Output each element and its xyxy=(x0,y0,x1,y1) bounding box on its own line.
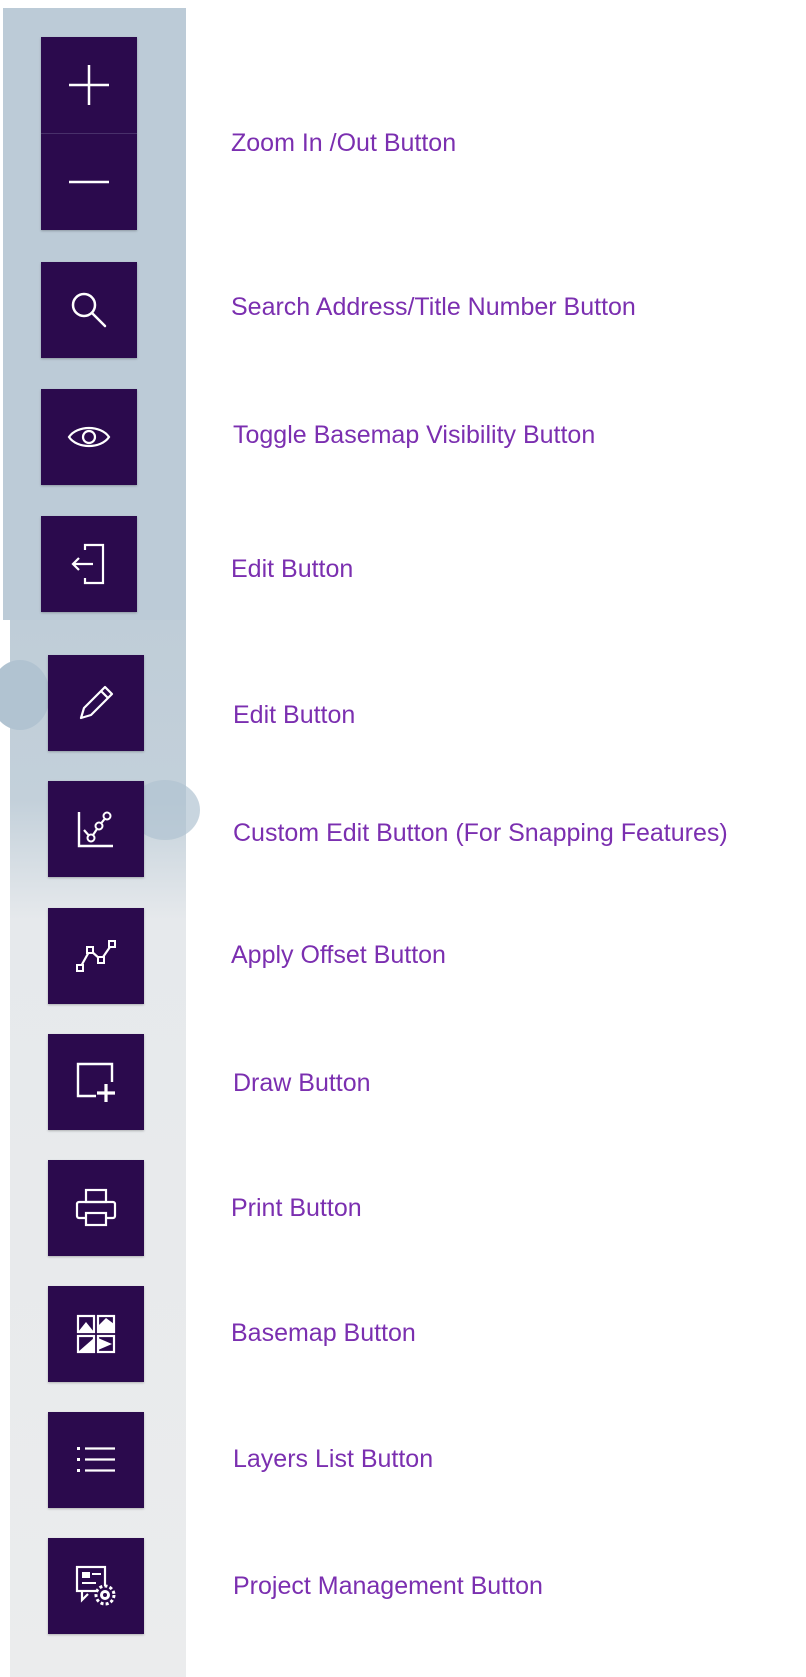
apply-offset-button[interactable] xyxy=(48,908,144,1004)
snapping-chart-icon xyxy=(77,811,113,848)
polyline-icon xyxy=(76,940,116,972)
edit-button[interactable] xyxy=(48,655,144,751)
custom-edit-button[interactable] xyxy=(48,781,144,877)
layers-list-button[interactable] xyxy=(48,1412,144,1508)
search-button[interactable] xyxy=(41,262,137,358)
zoom-button-label: Zoom In /Out Button xyxy=(231,129,457,157)
draw-button-label: Draw Button xyxy=(233,1069,371,1097)
search-icon xyxy=(71,292,107,328)
project-management-button[interactable] xyxy=(48,1538,144,1634)
map-background-land xyxy=(0,620,200,1677)
edit-entry-button[interactable] xyxy=(41,516,137,612)
printer-icon xyxy=(75,1188,117,1227)
toggle-basemap-button[interactable] xyxy=(41,389,137,485)
zoom-control xyxy=(41,37,137,230)
custom-edit-button-label: Custom Edit Button (For Snapping Feature… xyxy=(233,819,728,847)
edit-entry-button-label: Edit Button xyxy=(231,555,354,583)
project-gear-icon xyxy=(75,1565,116,1606)
draw-button[interactable] xyxy=(48,1034,144,1130)
layers-list-button-label: Layers List Button xyxy=(233,1445,434,1473)
enter-icon xyxy=(71,543,105,585)
zoom-in-button[interactable] xyxy=(41,37,137,133)
edit-button-label: Edit Button xyxy=(233,701,356,729)
project-management-button-label: Project Management Button xyxy=(233,1572,543,1600)
print-button[interactable] xyxy=(48,1160,144,1256)
plus-icon xyxy=(69,65,109,105)
list-icon xyxy=(77,1447,115,1472)
add-shape-icon xyxy=(76,1062,115,1102)
map-coastline xyxy=(0,660,50,730)
apply-offset-button-label: Apply Offset Button xyxy=(231,941,446,969)
toggle-basemap-button-label: Toggle Basemap Visibility Button xyxy=(233,421,596,449)
print-button-label: Print Button xyxy=(231,1194,362,1222)
search-button-label: Search Address/Title Number Button xyxy=(231,293,636,321)
basemap-button[interactable] xyxy=(48,1286,144,1382)
zoom-out-button[interactable] xyxy=(41,134,137,230)
minus-icon xyxy=(69,180,109,184)
eye-icon xyxy=(67,426,111,448)
pencil-icon xyxy=(79,685,114,720)
basemap-gallery-icon xyxy=(76,1314,116,1354)
basemap-button-label: Basemap Button xyxy=(231,1319,416,1347)
